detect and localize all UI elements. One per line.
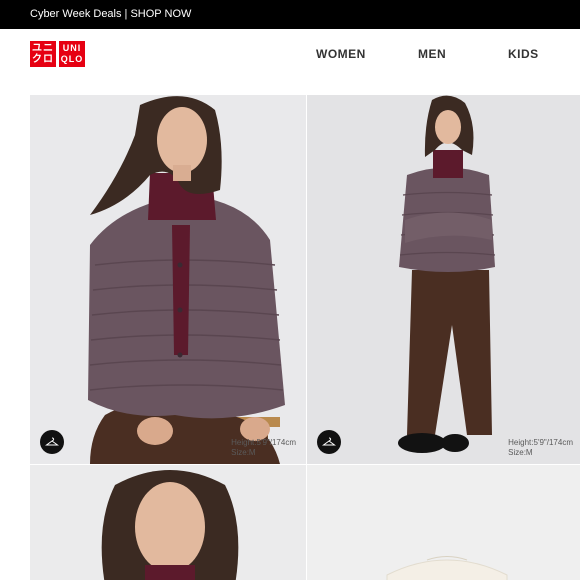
model-size: Size:M — [231, 448, 256, 457]
hanger-icon-button[interactable] — [317, 430, 341, 454]
promo-text[interactable]: Cyber Week Deals | SHOP NOW — [0, 8, 191, 20]
model-seated-illustration — [88, 96, 285, 464]
model-info: Height:5'9"/174cm Size:M — [231, 438, 296, 458]
model-standing-illustration — [398, 95, 496, 453]
model-size: Size:M — [508, 448, 533, 457]
product-flatlay-illustration — [386, 556, 508, 580]
nav-women[interactable]: WOMEN — [316, 47, 366, 61]
site-header: ユニ クロ UNI QLO WOMEN MEN KIDS — [0, 29, 580, 79]
uniqlo-logo[interactable]: ユニ クロ UNI QLO — [30, 41, 87, 68]
product-image-seated[interactable]: Height:5'9"/174cm Size:M — [30, 95, 306, 464]
product-image-grid: Height:5'9"/174cm Size:M Height:5'9"/174… — [30, 95, 580, 580]
logo-katakana-tile: ユニ クロ — [30, 41, 56, 67]
promo-bar[interactable]: Cyber Week Deals | SHOP NOW — [0, 0, 580, 29]
model-height: Height:5'9"/174cm — [508, 438, 573, 447]
nav-kids[interactable]: KIDS — [508, 47, 539, 61]
product-image-closeup[interactable] — [30, 465, 306, 580]
hanger-icon — [322, 437, 336, 446]
model-info: Height:5'9"/174cm Size:M — [508, 438, 573, 458]
model-closeup-illustration — [101, 470, 239, 580]
nav-men[interactable]: MEN — [418, 47, 446, 61]
logo-latin-tile: UNI QLO — [59, 41, 85, 67]
hanger-icon-button[interactable] — [40, 430, 64, 454]
hanger-icon — [45, 437, 59, 446]
product-image-standing[interactable]: Height:5'9"/174cm Size:M — [307, 95, 580, 464]
model-height: Height:5'9"/174cm — [231, 438, 296, 447]
product-image-flatlay[interactable] — [307, 465, 580, 580]
